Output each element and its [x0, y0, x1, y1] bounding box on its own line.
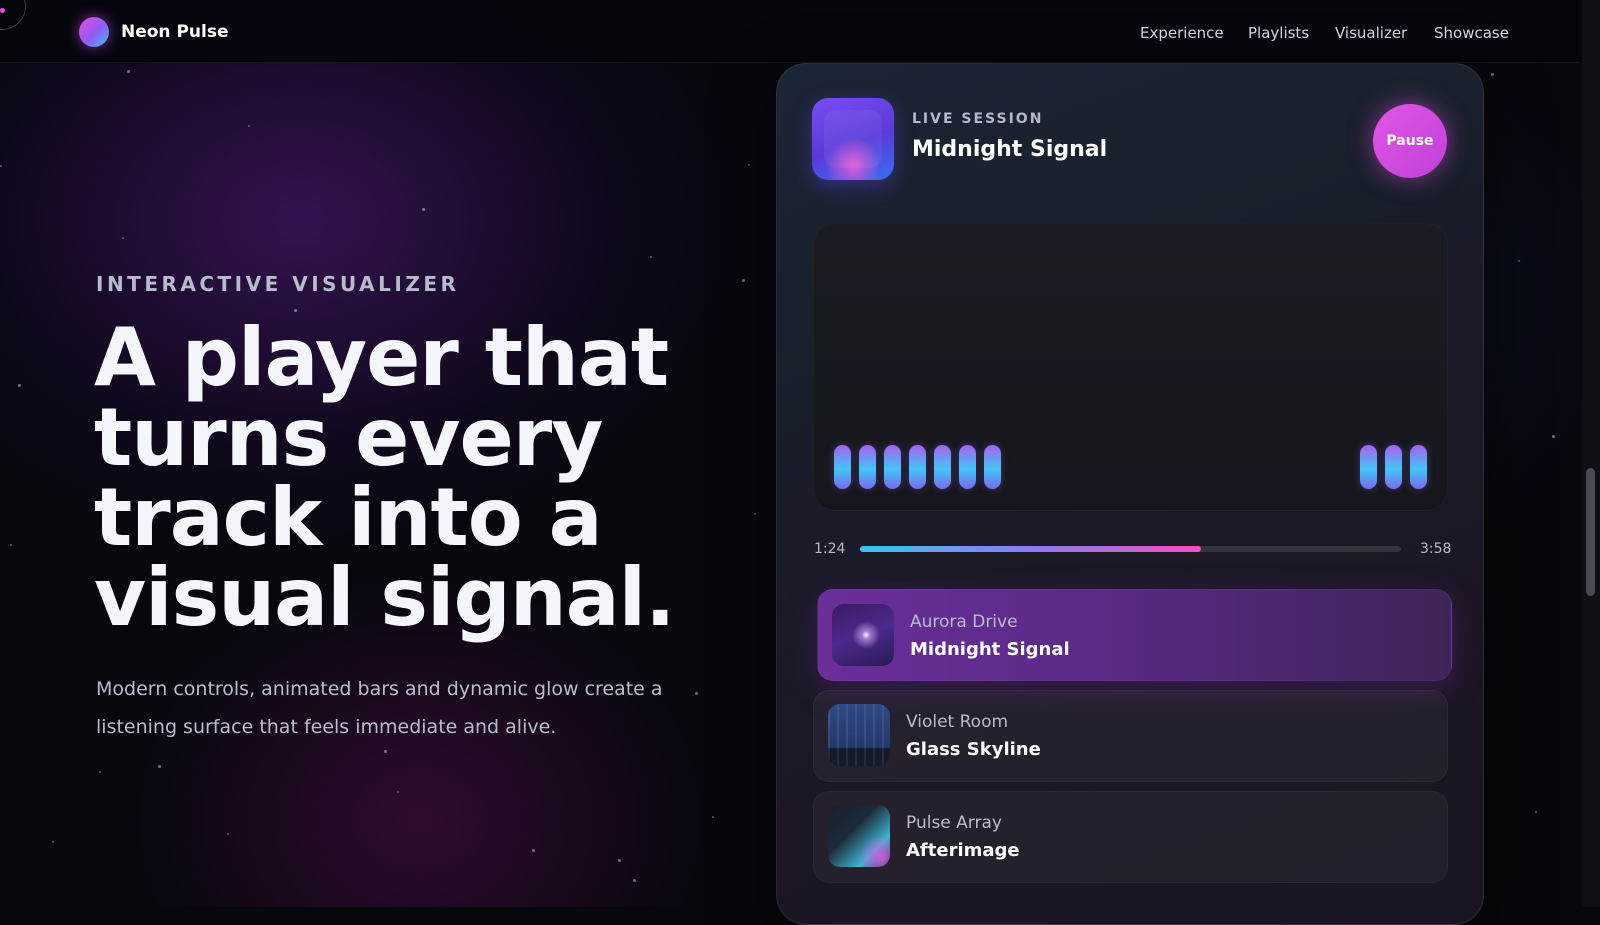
track-title: Glass Skyline: [906, 739, 1041, 760]
playlist-item-violet-room[interactable]: Violet Room Glass Skyline: [813, 690, 1448, 782]
track-artwork: [832, 604, 894, 666]
session-label: LIVE SESSION: [912, 111, 1044, 127]
visualizer-bar: [959, 445, 976, 489]
nav-link-playlists[interactable]: Playlists: [1248, 24, 1309, 42]
visualizer-bar: [884, 445, 901, 489]
track-artist: Pulse Array: [906, 813, 1002, 833]
corner-ring-decoration: [0, 0, 26, 30]
hero-subtitle: Modern controls, animated bars and dynam…: [96, 678, 663, 738]
corner-dot-decoration: [0, 8, 5, 13]
nav-link-visualizer[interactable]: Visualizer: [1335, 24, 1407, 42]
brand-logo-icon[interactable]: [79, 17, 109, 47]
track-artist: Aurora Drive: [910, 612, 1018, 632]
visualizer-bar: [1360, 445, 1377, 489]
hero-headline: A player that turns every track into a v…: [94, 311, 675, 644]
nav-link-showcase[interactable]: Showcase: [1434, 24, 1509, 42]
visualizer-bar: [1410, 445, 1427, 489]
visualizer-panel: [813, 223, 1448, 511]
visualizer-bar: [934, 445, 951, 489]
pause-button[interactable]: Pause: [1373, 104, 1447, 178]
track-title: Afterimage: [906, 840, 1020, 861]
track-title: Midnight Signal: [910, 639, 1070, 660]
visualizer-bar: [1385, 445, 1402, 489]
top-navigation-bar: Neon Pulse Experience Playlists Visualiz…: [0, 0, 1580, 63]
visualizer-bar: [859, 445, 876, 489]
nav-link-experience[interactable]: Experience: [1140, 24, 1224, 42]
progress-fill: [860, 546, 1201, 552]
brand-name[interactable]: Neon Pulse: [121, 22, 229, 42]
now-playing-title: Midnight Signal: [912, 137, 1108, 162]
track-artwork: [828, 704, 890, 766]
now-playing-artwork: [812, 98, 894, 180]
track-artwork: [828, 805, 890, 867]
visualizer-bar: [834, 445, 851, 489]
playlist-item-aurora-drive[interactable]: Aurora Drive Midnight Signal: [817, 589, 1452, 681]
hero-eyebrow: INTERACTIVE VISUALIZER: [96, 272, 460, 296]
elapsed-time: 1:24: [814, 541, 846, 557]
visualizer-bar: [984, 445, 1001, 489]
scrollbar-thumb[interactable]: [1586, 468, 1595, 596]
progress-bar[interactable]: [860, 546, 1401, 552]
page-scrollbar[interactable]: [1582, 0, 1600, 907]
track-artist: Violet Room: [906, 712, 1009, 732]
total-duration: 3:58: [1420, 541, 1452, 557]
playlist-item-pulse-array[interactable]: Pulse Array Afterimage: [813, 791, 1448, 883]
visualizer-bar: [909, 445, 926, 489]
